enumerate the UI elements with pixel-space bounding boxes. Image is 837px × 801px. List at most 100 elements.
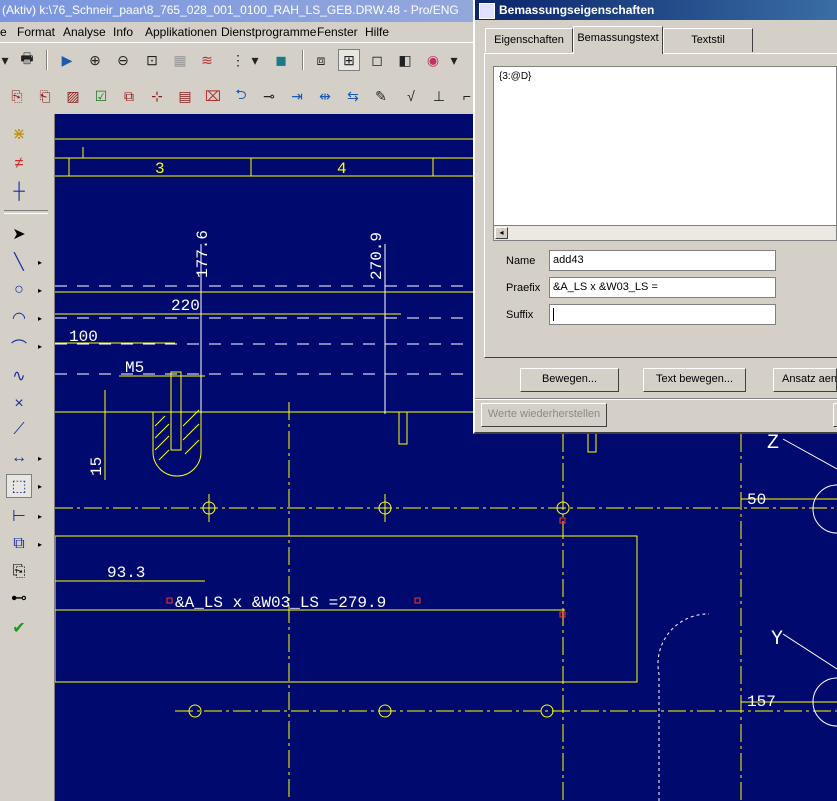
menu-applikationen[interactable]: Applikationen	[145, 25, 217, 39]
dim-50[interactable]: 50	[747, 491, 766, 509]
dim-15[interactable]: 15	[88, 457, 106, 476]
suffix-field[interactable]	[549, 304, 776, 325]
copy-icon[interactable]: ⧉	[6, 532, 32, 556]
prefix-label: Praefix	[506, 282, 541, 294]
flyout-arrow-icon[interactable]: ▸	[38, 342, 42, 351]
flyout-arrow-icon[interactable]: ▸	[38, 258, 42, 267]
menu-format[interactable]: Format	[17, 25, 55, 39]
trim-icon[interactable]: ⊢	[6, 504, 32, 528]
flyout-arrow-icon[interactable]: ▸	[38, 512, 42, 521]
return-icon[interactable]: ⮌	[230, 85, 252, 107]
dropdown-arrow-icon[interactable]: ▾	[447, 49, 461, 71]
flyout-arrow-icon[interactable]: ▸	[38, 540, 42, 549]
scroll-left-icon[interactable]: ◂	[495, 227, 508, 239]
measure-icon[interactable]: ⊷	[6, 586, 32, 610]
dialog-separator	[475, 398, 837, 400]
dimension-text-area[interactable]: {3:@D}	[493, 66, 837, 226]
dim-m5[interactable]: M5	[125, 359, 144, 377]
tab-bemassungstext[interactable]: Bemassungstext	[573, 26, 663, 54]
dialog-titlebar: Bemassungseigenschaften	[475, 0, 837, 20]
restore-values-button[interactable]: Werte wiederherstellen	[481, 403, 607, 427]
dropdown-arrow-icon[interactable]: ▾	[0, 49, 10, 71]
axis-icon[interactable]: ┼	[6, 180, 32, 204]
dim-93-3[interactable]: 93.3	[107, 564, 145, 582]
prefix-field[interactable]: &A_LS x &W03_LS =	[549, 277, 776, 298]
note-icon[interactable]: ✎	[370, 85, 392, 107]
appearance-icon[interactable]: ◉	[422, 49, 444, 71]
model-tree-icon[interactable]: ⋮	[227, 49, 249, 71]
spread-icon[interactable]: ⇹	[314, 85, 336, 107]
approach-button[interactable]: Ansatz aend	[773, 368, 837, 392]
menu-info[interactable]: Info	[113, 25, 133, 39]
shading-icon[interactable]: ◧	[394, 49, 416, 71]
dialog-app-icon	[479, 3, 495, 19]
zoom-in-icon[interactable]: ⊕	[84, 49, 106, 71]
zoom-out-icon[interactable]: ⊖	[112, 49, 134, 71]
dim-177-6[interactable]: 177.6	[194, 230, 212, 278]
dim-100[interactable]: 100	[69, 328, 98, 346]
select-arrow-icon[interactable]: ➤	[6, 222, 32, 246]
selected-dimension[interactable]: &A_LS x &W03_LS =279.9	[175, 594, 386, 612]
refit-icon[interactable]: ⊡	[141, 49, 163, 71]
print-icon[interactable]: 🖶	[16, 49, 38, 71]
flip-icon[interactable]: ⇆	[342, 85, 364, 107]
done-check-icon[interactable]: ✔	[6, 616, 32, 640]
dim-220[interactable]: 220	[171, 297, 200, 315]
modify-icon[interactable]: ⬚	[6, 474, 32, 498]
no-hidden-icon[interactable]: ◻	[366, 49, 388, 71]
view-icon[interactable]: ▨	[62, 85, 84, 107]
flyout-arrow-icon[interactable]: ▸	[38, 286, 42, 295]
views-icon[interactable]: ▦	[169, 49, 191, 71]
menu-analyse[interactable]: Analyse	[63, 25, 106, 39]
layers-icon[interactable]: ≋	[196, 49, 218, 71]
sketch-toolbar: ⋇ ≠ ┼ ➤ ╲ ▸ ○ ▸ ◠ ▸ ⌒ ▸ ∿ × ⟋ ↔ ▸ ⬚ ▸ ⊢ …	[0, 114, 55, 801]
drawing-icon[interactable]: ⎘	[6, 85, 28, 107]
check-icon[interactable]: ☑	[90, 85, 112, 107]
ok-button-partial[interactable]	[833, 403, 837, 427]
flyout-arrow-icon[interactable]: ▸	[38, 482, 42, 491]
move-icon[interactable]: ⊹	[146, 85, 168, 107]
dropdown-arrow-icon[interactable]: ▾	[248, 49, 262, 71]
shade-icon[interactable]: ◼	[270, 49, 292, 71]
dimension-icon[interactable]: ↔	[6, 446, 32, 470]
spline-icon[interactable]: ∿	[6, 364, 32, 388]
tap-hole	[170, 371, 182, 451]
constraint-icon[interactable]: ≠	[6, 152, 32, 176]
erase-icon[interactable]: ⌧	[202, 85, 224, 107]
wireframe-icon[interactable]: ⧈	[310, 49, 332, 71]
flyout-arrow-icon[interactable]: ▸	[38, 314, 42, 323]
line-icon[interactable]: ╲	[6, 250, 32, 274]
table-icon[interactable]: ▤	[174, 85, 196, 107]
point-icon[interactable]: ×	[6, 392, 32, 416]
menu-edit[interactable]: e	[0, 25, 7, 39]
name-field[interactable]: add43	[549, 250, 776, 271]
sheet-icon[interactable]: ⎗	[34, 85, 56, 107]
menu-dienstprogramme[interactable]: Dienstprogramme	[221, 25, 316, 39]
align-icon[interactable]: ⇥	[286, 85, 308, 107]
repaint-icon[interactable]: ▶	[56, 49, 78, 71]
clipboard-icon[interactable]: ⎘	[6, 560, 32, 584]
suffix-label: Suffix	[506, 309, 534, 321]
move-text-button[interactable]: Text bewegen...	[643, 368, 746, 392]
datum-icon[interactable]: ⊥	[428, 85, 450, 107]
flyout-arrow-icon[interactable]: ▸	[38, 454, 42, 463]
arc-feature	[657, 613, 710, 801]
dim-157[interactable]: 157	[747, 693, 776, 711]
dim-270-9[interactable]: 270.9	[368, 232, 386, 280]
text-horizontal-scrollbar[interactable]: ◂	[493, 225, 837, 241]
move-button[interactable]: Bewegen...	[520, 368, 619, 392]
snap-icon[interactable]: ⋇	[6, 122, 32, 146]
roughness-icon[interactable]: √	[400, 85, 422, 107]
menu-fenster[interactable]: Fenster	[317, 25, 358, 39]
dim-icon[interactable]: ⊸	[258, 85, 280, 107]
circle-icon[interactable]: ○	[6, 278, 32, 302]
tab-eigenschaften[interactable]: Eigenschaften	[485, 28, 573, 52]
menu-hilfe[interactable]: Hilfe	[365, 25, 389, 39]
chamfer-icon[interactable]: ⟋	[6, 418, 32, 442]
hatch	[154, 423, 170, 439]
fillet-icon[interactable]: ⌒	[6, 334, 32, 358]
hidden-line-icon[interactable]: ⊞	[338, 49, 360, 71]
arc-icon[interactable]: ◠	[6, 306, 32, 330]
insert-icon[interactable]: ⧉	[118, 85, 140, 107]
tab-textstil[interactable]: Textstil	[663, 28, 753, 52]
